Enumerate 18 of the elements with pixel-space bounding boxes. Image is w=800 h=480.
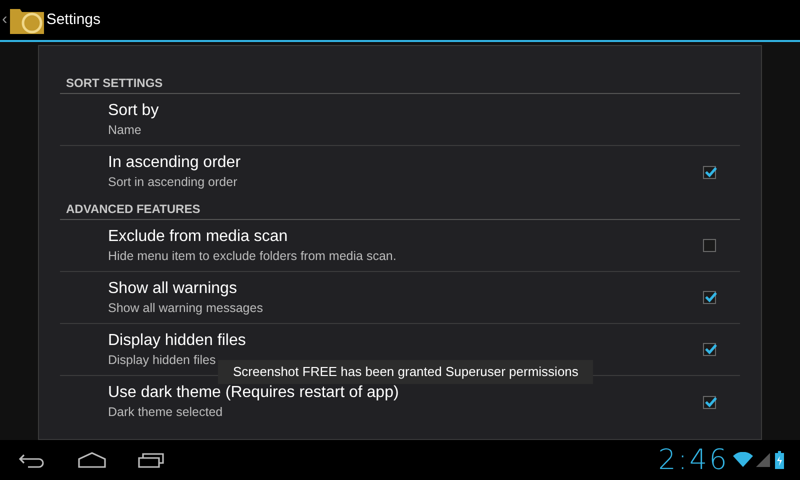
preference-summary: Name: [108, 122, 142, 138]
back-caret: ‹: [2, 12, 8, 28]
preference-summary: Hide menu item to exclude folders from media scan.: [108, 248, 398, 264]
preference-title: Exclude from media scan: [108, 226, 289, 246]
screen-title: Settings: [46, 10, 101, 30]
preference-title: Sort by: [108, 100, 160, 120]
preference-summary: Sort in ascending order: [108, 174, 238, 191]
preference-title: Display hidden files: [108, 330, 247, 350]
preference-title: Show all warnings: [108, 278, 238, 298]
preference-summary: Show all warning messages: [108, 300, 264, 316]
clock: 2:46: [658, 446, 729, 474]
permission-toast: Screenshot FREE has been granted Superuser permissions: [218, 360, 594, 384]
preference-summary: Dark theme selected: [108, 404, 224, 421]
section-header: SORT SETTINGS: [60, 72, 740, 94]
preference-title: In ascending order: [108, 153, 242, 173]
section-header: ADVANCED FEATURES: [60, 198, 740, 220]
preference-summary: Display hidden files: [108, 352, 217, 368]
preference-title: Use dark theme (Requires restart of app): [108, 383, 400, 403]
